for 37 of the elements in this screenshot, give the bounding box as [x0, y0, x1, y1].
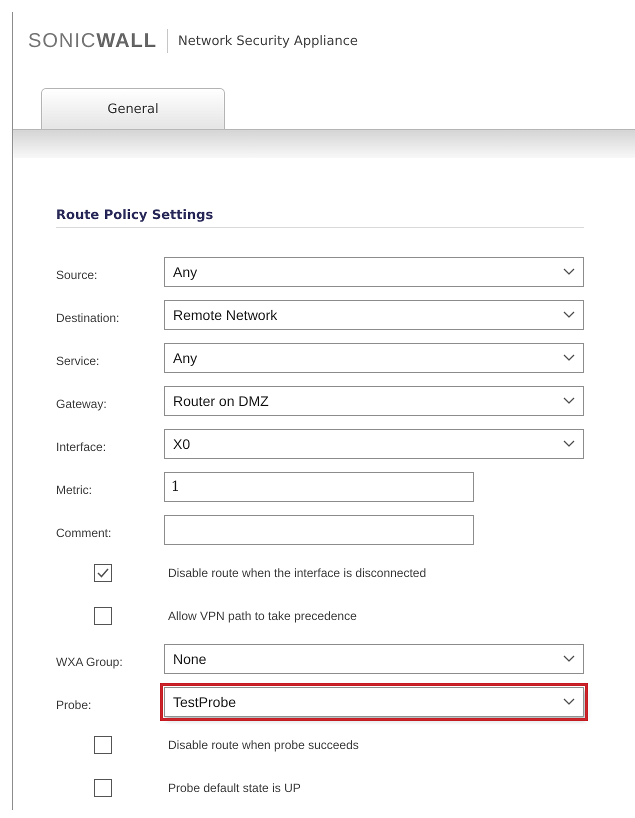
section-title: Route Policy Settings: [56, 208, 584, 228]
field-label: Source:: [56, 266, 98, 282]
chevron-down-icon: [563, 654, 575, 662]
checkbox[interactable]: [94, 564, 112, 582]
chevron-down-icon: [563, 440, 575, 448]
chevron-down-icon: [563, 354, 575, 362]
field-label: Interface:: [56, 438, 108, 454]
logo: SONICWALL: [28, 29, 168, 53]
dropdown[interactable]: Any: [164, 256, 584, 286]
check-icon: [97, 568, 109, 578]
input-field[interactable]: [164, 514, 474, 544]
checkbox[interactable]: [94, 736, 112, 754]
checkbox-label: Allow VPN path to take precedence: [168, 608, 357, 622]
chevron-down-icon: [563, 268, 575, 276]
checkbox-label: Disable route when the interface is disconnected: [168, 566, 426, 580]
field-label: WXA Group:: [56, 654, 124, 668]
checkbox-label: Disable route when probe succeeds: [168, 738, 359, 752]
input-field[interactable]: 1: [164, 472, 474, 502]
field-label: Probe:: [56, 696, 92, 712]
tab[interactable]: General: [41, 88, 225, 129]
checkbox-label: Probe default state is UP: [168, 780, 301, 794]
product-name: Network Security Appliance: [178, 34, 358, 48]
dropdown[interactable]: Remote Network: [164, 300, 584, 330]
checkbox[interactable]: [94, 606, 112, 624]
chevron-down-icon: [563, 698, 575, 706]
field-label: Metric:: [56, 482, 93, 496]
dropdown[interactable]: None: [164, 644, 584, 674]
chevron-down-icon: [563, 396, 575, 404]
dropdown[interactable]: Router on DMZ: [164, 386, 584, 416]
dropdown[interactable]: X0: [164, 428, 584, 458]
checkbox[interactable]: [94, 778, 112, 796]
chevron-down-icon: [563, 310, 575, 318]
field-label: Destination:: [56, 310, 120, 324]
field-label: Service:: [56, 352, 100, 368]
dropdown[interactable]: Any: [164, 342, 584, 372]
field-label: Gateway:: [56, 396, 108, 410]
field-label: Comment:: [56, 524, 112, 540]
